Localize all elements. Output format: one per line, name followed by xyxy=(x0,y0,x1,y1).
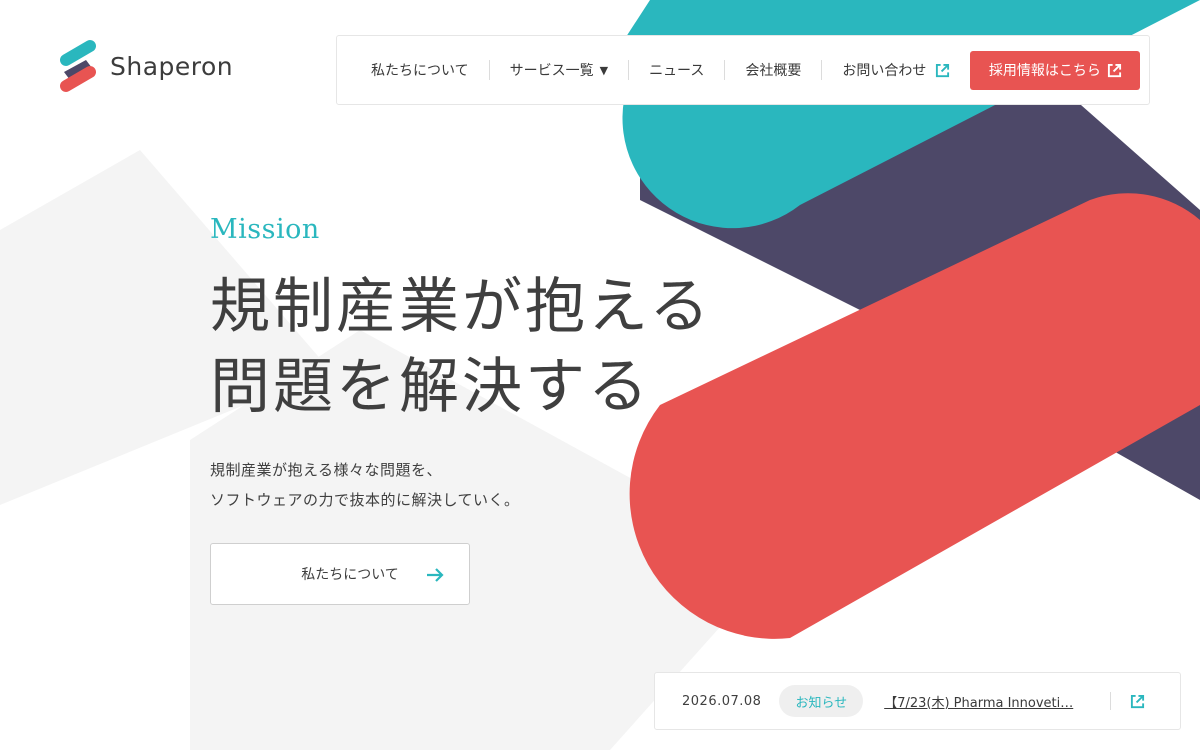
nav-item-label: ニュース xyxy=(649,63,705,79)
recruit-button[interactable]: 採用情報はこちら xyxy=(970,50,1141,90)
nav-item-services[interactable]: サービス一覧 ▼ xyxy=(490,60,630,80)
about-us-button[interactable]: 私たちについて xyxy=(210,543,470,605)
headline-line: 規制産業が抱える xyxy=(210,272,713,342)
nav-item-about[interactable]: 私たちについて xyxy=(351,60,490,80)
news-date: 2026.07.08 xyxy=(682,693,762,709)
brand-name: Shaperon xyxy=(110,51,234,81)
nav-item-label: 会社概要 xyxy=(745,63,802,79)
brand-logo[interactable]: Shaperon xyxy=(58,38,233,94)
hero-description: 規制産業が抱える様々な問題を、 ソフトウェアの力で抜本的に解決していく。 xyxy=(210,455,712,515)
hero-headline: 規制産業が抱える 問題を解決する xyxy=(210,267,712,427)
news-ticker: 2026.07.08 お知らせ 【7/23(木) Pharma Innoveti… xyxy=(654,672,1181,730)
nav-item-news[interactable]: ニュース xyxy=(629,60,726,80)
description-line: ソフトウェアの力で抜本的に解決していく。 xyxy=(210,491,520,509)
hero-section: Mission 規制産業が抱える 問題を解決する 規制産業が抱える様々な問題を、… xyxy=(210,214,712,515)
headline-line: 問題を解決する xyxy=(210,352,651,422)
recruit-button-label: 採用情報はこちら xyxy=(988,63,1101,79)
external-link-icon xyxy=(936,63,950,77)
caret-down-icon: ▼ xyxy=(599,63,609,77)
news-category-badge: お知らせ xyxy=(779,685,864,717)
global-nav: 私たちについて サービス一覧 ▼ ニュース 会社概要 お問い合わせ 採用情報はこ… xyxy=(336,35,1150,105)
arrow-right-icon xyxy=(427,568,444,582)
nav-item-label: サービス一覧 xyxy=(509,63,594,79)
nav-item-company[interactable]: 会社概要 xyxy=(725,60,823,80)
shaperon-logo-icon xyxy=(60,40,96,92)
external-link-icon xyxy=(1107,63,1121,77)
section-eyebrow: Mission xyxy=(210,214,320,245)
description-line: 規制産業が抱える様々な問題を、 xyxy=(210,461,443,479)
about-us-button-label: 私たちについて xyxy=(301,567,399,583)
nav-item-label: 私たちについて xyxy=(371,63,469,79)
divider xyxy=(1110,692,1112,710)
nav-item-label: お問い合わせ xyxy=(842,63,927,79)
nav-item-contact[interactable]: お問い合わせ xyxy=(822,60,970,80)
news-title-link[interactable]: 【7/23(木) Pharma Innoveti… xyxy=(884,692,1096,711)
external-link-icon[interactable] xyxy=(1130,694,1145,709)
